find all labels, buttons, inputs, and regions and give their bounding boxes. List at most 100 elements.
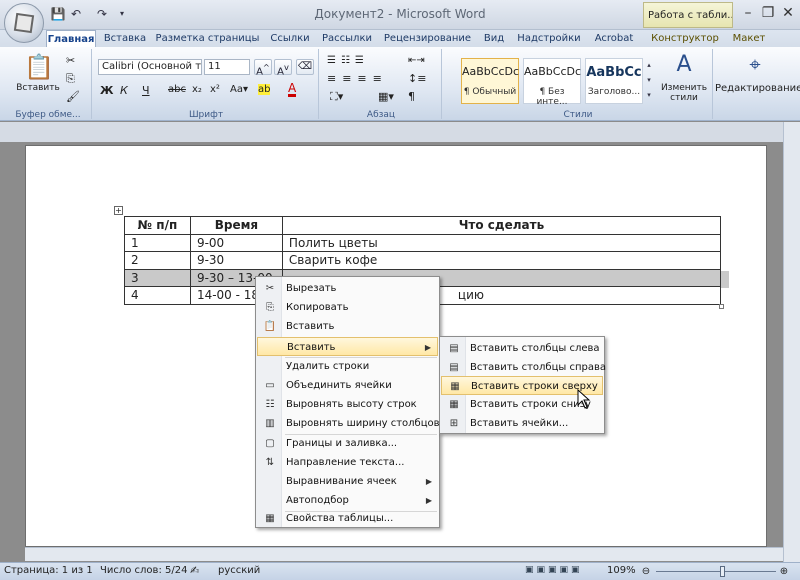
vertical-scrollbar[interactable]: [783, 122, 800, 562]
menu-item-label: Копировать: [286, 302, 349, 313]
zoom-slider[interactable]: [656, 571, 776, 572]
borders-icon[interactable]: ▦▾: [378, 90, 394, 103]
zoom-level[interactable]: 109%: [607, 563, 636, 579]
tab-design[interactable]: Конструктор: [645, 30, 725, 47]
table-cell[interactable]: 9-00: [189, 233, 283, 252]
menu-item-distribute-rows[interactable]: ☷ Выровнять высоту строк: [257, 395, 438, 414]
menu-item-autofit[interactable]: Автоподбор ▶: [257, 491, 438, 510]
menu-item-table-properties[interactable]: ▦ Свойства таблицы...: [257, 509, 438, 528]
table-cell[interactable]: 3: [124, 268, 191, 287]
page-count[interactable]: Страница: 1 из 1: [4, 563, 93, 579]
menu-item-borders-shading[interactable]: ▢ Границы и заливка...: [257, 434, 438, 453]
bold-icon[interactable]: Ж: [100, 84, 113, 97]
paste-icon[interactable]: 📋: [24, 52, 54, 82]
tab-home[interactable]: Главная: [46, 30, 96, 47]
menu-item-cut[interactable]: ✂ Вырезать: [257, 279, 438, 298]
close-icon[interactable]: ✕: [780, 5, 796, 21]
word-count[interactable]: Число слов: 5/24: [100, 563, 187, 579]
align-icons[interactable]: ≡≡≡≡: [327, 72, 388, 85]
copy-icon[interactable]: ⎘: [66, 72, 75, 86]
menu-item-delete-rows[interactable]: Удалить строки: [257, 357, 438, 376]
change-styles-icon[interactable]: A: [665, 52, 703, 77]
tab-page-layout[interactable]: Разметка страницы: [155, 30, 260, 47]
menu-item-copy[interactable]: ⎘ Копировать: [257, 298, 438, 317]
cut-icon[interactable]: ✂: [66, 54, 75, 67]
menu-item-merge-cells[interactable]: ▭ Объединить ячейки: [257, 376, 438, 395]
table-cell[interactable]: 9-30: [189, 251, 283, 270]
editing-button[interactable]: Редактирование: [715, 83, 800, 94]
styles-scroll[interactable]: ▴ ▾ ▾: [645, 58, 653, 104]
table-cell[interactable]: Полить цветы: [281, 233, 722, 252]
menu-item-label: Выровнять высоту строк: [286, 399, 417, 410]
strikethrough-icon[interactable]: abc: [168, 84, 186, 95]
menu-item-paste[interactable]: 📋 Вставить: [257, 317, 438, 336]
font-size-combo[interactable]: 11: [204, 59, 250, 75]
list-icons[interactable]: ☰☷☰: [327, 55, 369, 66]
table-cell[interactable]: 4: [124, 286, 191, 305]
show-marks-icon[interactable]: ¶: [408, 90, 415, 103]
grow-font-icon[interactable]: A^: [254, 59, 272, 77]
shading-icon[interactable]: ⛶▾: [330, 90, 343, 104]
paste-button[interactable]: Вставить: [14, 83, 62, 93]
zoom-out-icon[interactable]: ⊖: [640, 566, 652, 578]
table-resize-handle[interactable]: [719, 304, 724, 309]
line-spacing-icon[interactable]: ↕≡: [408, 72, 426, 85]
shrink-font-icon[interactable]: Av: [274, 59, 292, 77]
table-header-row: № п/п Время Что сделать: [124, 216, 722, 235]
horizontal-scrollbar[interactable]: [25, 547, 783, 561]
office-button[interactable]: [4, 3, 44, 43]
style-normal[interactable]: AaBbCcDc ¶ Обычный: [461, 58, 519, 104]
indent-icons[interactable]: ⇤⇥: [408, 55, 425, 66]
font-color-icon[interactable]: A: [288, 82, 297, 97]
language-indicator[interactable]: русский: [218, 563, 260, 579]
table-cell[interactable]: 1: [124, 233, 191, 252]
restore-icon[interactable]: ❐: [760, 5, 776, 21]
tab-review[interactable]: Рецензирование: [380, 30, 475, 47]
view-buttons[interactable]: ▣▣▣▣▣: [525, 565, 583, 575]
menu-item-text-direction[interactable]: ⇅ Направление текста...: [257, 453, 438, 472]
font-name-combo[interactable]: Calibri (Основной те: [98, 59, 202, 75]
tab-mailings[interactable]: Рассылки: [318, 30, 376, 47]
tab-references[interactable]: Ссылки: [264, 30, 316, 47]
zoom-slider-thumb[interactable]: [720, 566, 725, 577]
proofing-icon[interactable]: ✍: [190, 563, 199, 579]
menu-item-cell-alignment[interactable]: Выравнивание ячеек ▶: [257, 472, 438, 491]
distribute-columns-icon: ▥: [265, 418, 275, 429]
menu-item-distribute-columns[interactable]: ▥ Выровнять ширину столбцов: [257, 414, 439, 433]
subscript-icon[interactable]: x₂: [192, 84, 202, 95]
table-properties-icon: ▦: [265, 513, 275, 524]
tab-addins[interactable]: Надстройки: [514, 30, 584, 47]
style-no-spacing[interactable]: AaBbCcDc ¶ Без инте...: [523, 58, 581, 107]
submenu-insert-columns-right[interactable]: ▤ Вставить столбцы справа: [441, 358, 606, 377]
copy-icon: ⎘: [266, 302, 274, 313]
superscript-icon[interactable]: x²: [210, 84, 220, 95]
tab-view[interactable]: Вид: [478, 30, 510, 47]
menu-item-insert[interactable]: Вставить ▶: [257, 337, 438, 356]
tab-layout[interactable]: Макет: [728, 30, 770, 47]
selection-end-mark: [721, 271, 729, 288]
zoom-in-icon[interactable]: ⊕: [778, 566, 790, 578]
minimize-icon[interactable]: –: [740, 5, 756, 21]
table-cell[interactable]: 2: [124, 251, 191, 270]
style-name: ¶ Без инте...: [536, 87, 568, 107]
styles-label: Стили: [563, 110, 593, 120]
header-cell[interactable]: Время: [189, 216, 283, 235]
header-cell[interactable]: Что сделать: [281, 216, 722, 235]
format-painter-icon[interactable]: 🖌: [66, 90, 80, 103]
insert-cells-icon: ⊞: [449, 418, 459, 429]
submenu-insert-columns-left[interactable]: ▤ Вставить столбцы слева: [441, 339, 603, 358]
submenu-insert-cells[interactable]: ⊞ Вставить ячейки...: [441, 414, 603, 433]
table-cell[interactable]: Сварить кофе: [281, 251, 722, 270]
style-heading[interactable]: AaBbCc Заголово...: [585, 58, 643, 104]
clear-format-icon[interactable]: ⌫: [296, 59, 314, 75]
tab-acrobat[interactable]: Acrobat: [588, 30, 640, 47]
change-styles-button[interactable]: Изменить стили: [658, 83, 710, 103]
editing-icon[interactable]: ⌖: [733, 52, 777, 76]
table-move-handle[interactable]: +: [114, 206, 123, 215]
highlight-icon[interactable]: ab: [258, 84, 271, 95]
italic-icon[interactable]: К: [120, 84, 128, 97]
change-case-icon[interactable]: Aa▾: [230, 84, 248, 95]
underline-icon[interactable]: Ч: [142, 84, 150, 97]
tab-insert[interactable]: Вставка: [99, 30, 151, 47]
header-cell[interactable]: № п/п: [124, 216, 191, 235]
